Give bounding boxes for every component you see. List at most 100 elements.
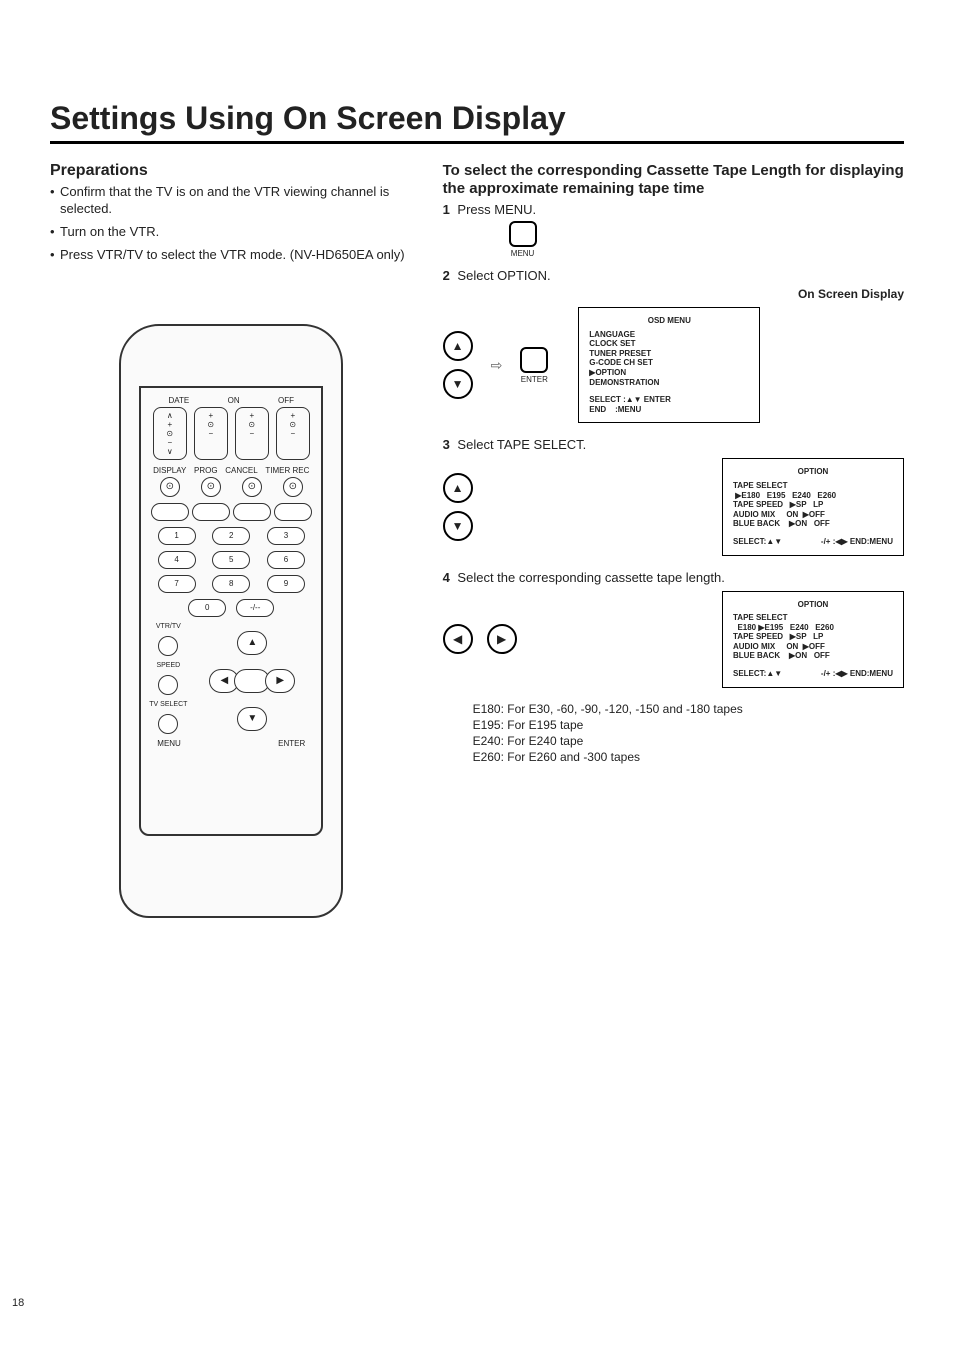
osd-title: OSD MENU xyxy=(589,316,749,326)
remote-small-btn: ⊙ xyxy=(283,477,303,497)
osd-menu-box: OSD MENU LANGUAGE CLOCK SET TUNER PRESET… xyxy=(578,307,760,423)
enter-caption: ENTER xyxy=(521,375,548,384)
step-number: 4 xyxy=(443,570,450,585)
nav-up-icon: ▲ xyxy=(237,631,267,655)
osd-item: LANGUAGE xyxy=(589,330,749,340)
remote-side-label: TV SELECT xyxy=(149,701,187,708)
arrow-up-icon: ▲ xyxy=(443,473,473,503)
remote-side-btn xyxy=(158,714,178,734)
osd-option-box: OPTION TAPE SELECT ▶E180 E195 E240 E260 … xyxy=(722,458,904,555)
step-text: Select OPTION. xyxy=(457,268,550,283)
step-number: 2 xyxy=(443,268,450,283)
remote-small-btn: ⊙ xyxy=(160,477,180,497)
prep-bullet: Confirm that the TV is on and the VTR vi… xyxy=(50,184,413,218)
preparations-list: Confirm that the TV is on and the VTR vi… xyxy=(50,184,413,264)
remote-label: DISPLAY xyxy=(153,466,186,475)
osd-line: TAPE SPEED ▶SP LP xyxy=(733,632,893,642)
tape-code: E260: xyxy=(473,750,504,764)
step-2: 2 Select OPTION. xyxy=(443,268,904,283)
osd-item: TUNER PRESET xyxy=(589,349,749,359)
tape-code: E180: xyxy=(473,702,504,716)
tape-length-list: E180: For E30, -60, -90, -120, -150 and … xyxy=(473,702,904,764)
remote-side-btn xyxy=(158,675,178,695)
osd-footer-left: SELECT:▲▼ xyxy=(733,537,782,547)
tape-desc: For E195 tape xyxy=(507,718,583,732)
osd-line: TAPE SELECT xyxy=(733,613,893,623)
numpad-btn: 9 xyxy=(267,575,305,593)
step-text: Select the corresponding cassette tape l… xyxy=(457,570,724,585)
remote-control-illustration: DATE ON OFF ∧+⊙−∨ +⊙− +⊙− +⊙− DISPLAY PR… xyxy=(119,324,343,918)
preparations-heading: Preparations xyxy=(50,162,413,180)
numpad-btn: 3 xyxy=(267,527,305,545)
remote-small-btn: ⊙ xyxy=(201,477,221,497)
osd-line: ▶E180 E195 E240 E260 xyxy=(733,491,893,501)
osd-line: TAPE SPEED ▶SP LP xyxy=(733,500,893,510)
tape-code: E240: xyxy=(473,734,504,748)
numpad-btn: 6 xyxy=(267,551,305,569)
remote-label: CANCEL xyxy=(225,466,257,475)
remote-transport-btn xyxy=(274,503,312,521)
numpad-btn: 0 xyxy=(188,599,226,617)
arrow-down-icon: ▼ xyxy=(443,369,473,399)
osd-line: AUDIO MIX ON ▶OFF xyxy=(733,642,893,652)
numpad-btn: 5 xyxy=(212,551,250,569)
remote-btn-group: +⊙− xyxy=(276,407,310,460)
step-number: 3 xyxy=(443,437,450,452)
remote-label-on: ON xyxy=(228,396,240,405)
osd-footer-right: END :MENU xyxy=(589,405,749,415)
osd-item: CLOCK SET xyxy=(589,339,749,349)
osd-line: E180 ▶E195 E240 E260 xyxy=(733,623,893,633)
page-title: Settings Using On Screen Display xyxy=(50,100,904,137)
page-number: 18 xyxy=(12,1297,24,1309)
enter-button-icon xyxy=(520,347,548,373)
remote-bottom-menu: MENU xyxy=(157,739,181,748)
osd-footer-right: -/+ :◀▶ END:MENU xyxy=(821,669,893,679)
osd-item: ▶OPTION xyxy=(589,368,749,378)
remote-label: PROG xyxy=(194,466,218,475)
numpad-btn: 2 xyxy=(212,527,250,545)
osd-heading: On Screen Display xyxy=(443,287,904,301)
osd-footer-right: -/+ :◀▶ END:MENU xyxy=(821,537,893,547)
remote-small-btn: ⊙ xyxy=(242,477,262,497)
remote-side-btn xyxy=(158,636,178,656)
remote-label-off: OFF xyxy=(278,396,294,405)
numpad-btn: 7 xyxy=(158,575,196,593)
remote-label: TIMER REC xyxy=(265,466,309,475)
arrow-up-icon: ▲ xyxy=(443,331,473,361)
nav-down-icon: ▼ xyxy=(237,707,267,731)
arrow-right-icon: ▶ xyxy=(487,624,517,654)
cassette-heading: To select the corresponding Cassette Tap… xyxy=(443,162,904,198)
remote-side-label: SPEED xyxy=(156,662,180,669)
osd-item: G-CODE CH SET xyxy=(589,358,749,368)
nav-right-icon: ▶ xyxy=(265,669,295,693)
arrow-down-icon: ▼ xyxy=(443,511,473,541)
prep-bullet: Turn on the VTR. xyxy=(50,224,413,241)
remote-transport-btn xyxy=(151,503,189,521)
numpad-btn: 8 xyxy=(212,575,250,593)
remote-btn-group: +⊙− xyxy=(194,407,228,460)
prep-bullet: Press VTR/TV to select the VTR mode. (NV… xyxy=(50,247,413,264)
title-rule xyxy=(50,141,904,144)
numpad-btn: -/-- xyxy=(236,599,274,617)
osd-line: TAPE SELECT xyxy=(733,481,893,491)
tape-code: E195: xyxy=(473,718,504,732)
osd-line: AUDIO MIX ON ▶OFF xyxy=(733,510,893,520)
osd-footer-left: SELECT:▲▼ xyxy=(733,669,782,679)
menu-button-caption: MENU xyxy=(511,249,535,258)
remote-label-date: DATE xyxy=(168,396,189,405)
step-text: Select TAPE SELECT. xyxy=(457,437,586,452)
step-1: 1 Press MENU. xyxy=(443,202,904,217)
remote-transport-btn xyxy=(233,503,271,521)
step-3: 3 Select TAPE SELECT. xyxy=(443,437,904,452)
osd-title: OPTION xyxy=(733,467,893,477)
tape-desc: For E30, -60, -90, -120, -150 and -180 t… xyxy=(507,702,742,716)
numpad-btn: 1 xyxy=(158,527,196,545)
osd-line: BLUE BACK ▶ON OFF xyxy=(733,519,893,529)
tape-desc: For E260 and -300 tapes xyxy=(507,750,640,764)
arrow-right-icon: ⇨ xyxy=(491,357,503,374)
step-4: 4 Select the corresponding cassette tape… xyxy=(443,570,904,585)
osd-option-box: OPTION TAPE SELECT E180 ▶E195 E240 E260 … xyxy=(722,591,904,688)
numpad-btn: 4 xyxy=(158,551,196,569)
arrow-left-icon: ◀ xyxy=(443,624,473,654)
remote-bottom-enter: ENTER xyxy=(278,739,305,748)
